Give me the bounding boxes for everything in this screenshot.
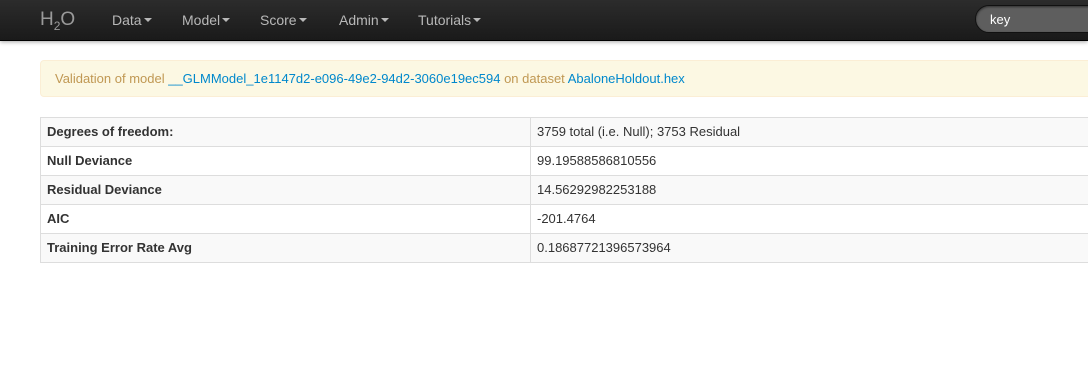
top-navbar: H2O Data Model Score Admin Tutorials [0, 0, 1088, 41]
stat-label: Null Deviance [40, 146, 531, 176]
menu-model-label: Model [182, 12, 221, 28]
stat-value: 14.56292982253188 [530, 175, 1088, 205]
chevron-down-icon [473, 18, 482, 23]
search-input[interactable] [975, 5, 1088, 33]
menu-admin-label: Admin [339, 12, 379, 28]
table-row: AIC -201.4764 [40, 204, 1088, 234]
menu-model[interactable]: Model [182, 0, 231, 40]
chevron-down-icon [143, 18, 152, 23]
brand-o: O [60, 9, 76, 30]
model-stats-table: Degrees of freedom: 3759 total (i.e. Nul… [40, 117, 1088, 263]
chevron-down-icon [298, 18, 307, 23]
table-row: Residual Deviance 14.56292982253188 [40, 175, 1088, 205]
brand-subscript: 2 [53, 19, 61, 33]
stat-value: 0.18687721396573964 [530, 233, 1088, 263]
stat-value: 99.19588586810556 [530, 146, 1088, 176]
alert-middle: on dataset [500, 71, 568, 86]
chevron-down-icon [222, 18, 231, 23]
h2o-logo-link[interactable]: H2O [40, 0, 75, 40]
brand-h: H [40, 9, 54, 30]
alert-prefix: Validation of model [55, 71, 169, 86]
menu-admin[interactable]: Admin [339, 0, 389, 40]
stat-label: AIC [40, 204, 531, 234]
table-row: Null Deviance 99.19588586810556 [40, 146, 1088, 176]
chevron-down-icon [380, 18, 389, 23]
menu-tutorials-label: Tutorials [418, 12, 472, 28]
table-row: Training Error Rate Avg 0.18687721396573… [40, 233, 1088, 263]
validation-alert: Validation of model __GLMModel_1e1147d2-… [40, 60, 1088, 97]
menu-data[interactable]: Data [112, 0, 152, 40]
stat-value: -201.4764 [530, 204, 1088, 234]
menu-score-label: Score [260, 12, 297, 28]
menu-data-label: Data [112, 12, 142, 28]
menu-score[interactable]: Score [260, 0, 307, 40]
table-row: Degrees of freedom: 3759 total (i.e. Nul… [40, 117, 1088, 147]
stat-label: Degrees of freedom: [40, 117, 531, 147]
stat-value: 3759 total (i.e. Null); 3753 Residual [530, 117, 1088, 147]
stat-label: Residual Deviance [40, 175, 531, 205]
stat-label: Training Error Rate Avg [40, 233, 531, 263]
menu-tutorials[interactable]: Tutorials [418, 0, 482, 40]
dataset-link[interactable]: AbaloneHoldout.hex [568, 71, 685, 86]
model-link[interactable]: __GLMModel_1e1147d2-e096-49e2-94d2-3060e… [168, 71, 500, 86]
